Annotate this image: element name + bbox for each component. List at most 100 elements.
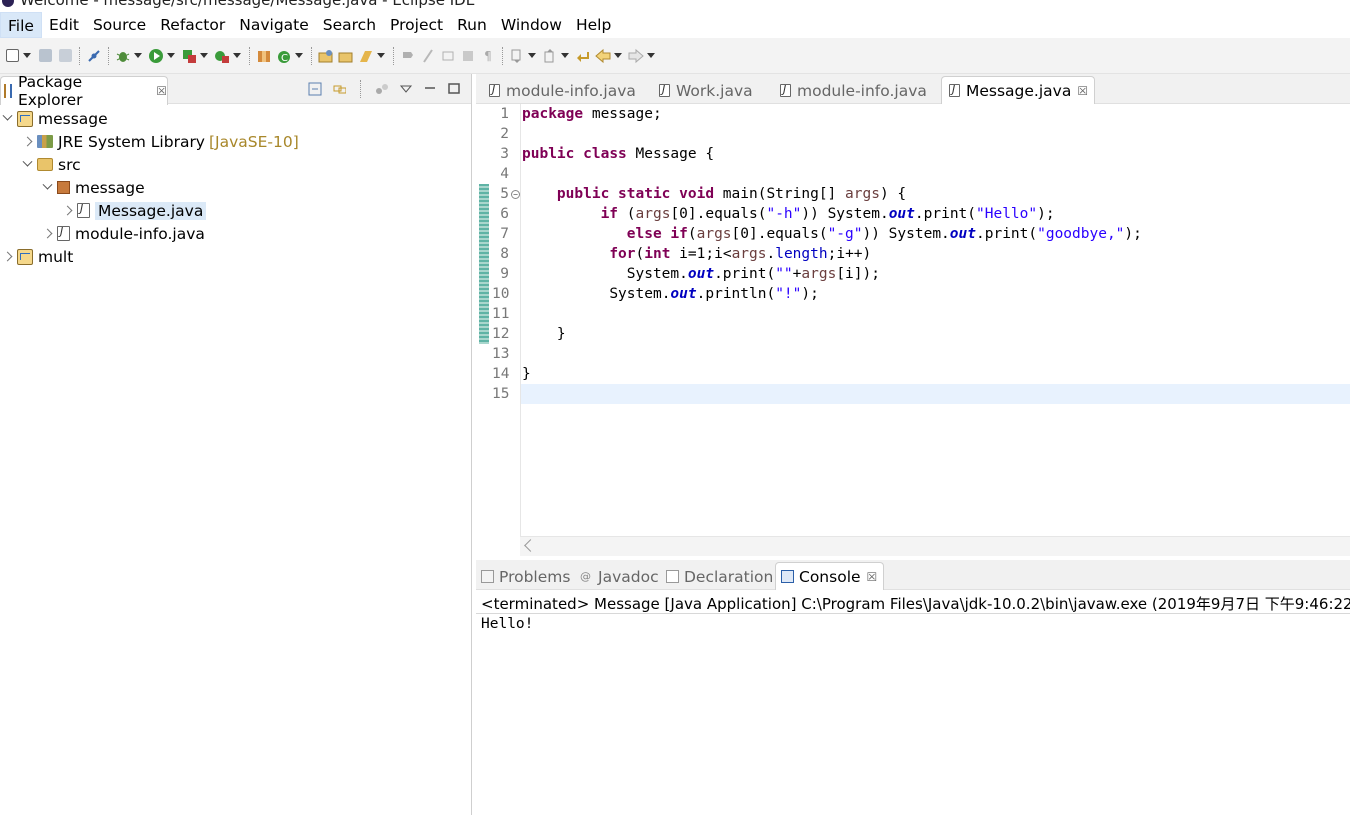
menu-refactor[interactable]: Refactor xyxy=(153,12,232,38)
menu-help[interactable]: Help xyxy=(569,12,618,38)
link-with-editor-icon[interactable] xyxy=(332,82,346,96)
menu-search[interactable]: Search xyxy=(316,12,383,38)
paragraph-icon[interactable]: ¶ xyxy=(479,47,497,65)
code-token: args xyxy=(845,186,880,202)
fold-toggle-icon[interactable]: − xyxy=(511,190,520,199)
toggle-block-selection-icon[interactable] xyxy=(439,47,457,65)
tree-item-message-package[interactable]: message xyxy=(0,176,471,199)
editor-body[interactable]: 1 2 3 4 5− 6 7 8 9 10 11 12 13 14 15 pac… xyxy=(476,104,1350,556)
toggle-mark-occurrences-icon[interactable] xyxy=(399,47,417,65)
code-token: .print( xyxy=(914,206,977,222)
toolbar-separator xyxy=(311,46,312,65)
chevron-right-icon[interactable] xyxy=(0,250,14,264)
tree-item-jre-library[interactable]: JRE System Library [JavaSE-10] xyxy=(0,130,471,153)
debug-icon[interactable] xyxy=(114,47,132,65)
menu-file[interactable]: File xyxy=(0,12,42,38)
view-menu-icon[interactable] xyxy=(399,82,413,96)
tab-work-java[interactable]: Work.java xyxy=(652,77,753,104)
tab-problems[interactable]: Problems xyxy=(481,563,570,590)
menu-edit[interactable]: Edit xyxy=(42,12,86,38)
skip-breakpoints-icon[interactable] xyxy=(85,47,103,65)
forward-icon[interactable] xyxy=(627,47,645,65)
tree-item-module-info[interactable]: module-info.java xyxy=(0,222,471,245)
menu-navigate[interactable]: Navigate xyxy=(232,12,316,38)
code-token: [0].equals( xyxy=(731,226,828,242)
toolbar-separator xyxy=(360,80,361,98)
back-dropdown[interactable] xyxy=(613,47,622,65)
external-tools-dropdown[interactable] xyxy=(232,47,241,65)
menu-run[interactable]: Run xyxy=(450,12,494,38)
tab-javadoc[interactable]: @ Javadoc xyxy=(580,563,659,590)
chevron-right-icon[interactable] xyxy=(40,227,54,241)
code-token: out xyxy=(949,226,976,242)
run-dropdown[interactable] xyxy=(166,47,175,65)
new-java-project-icon[interactable] xyxy=(255,47,273,65)
coverage-dropdown[interactable] xyxy=(199,47,208,65)
java-file-icon xyxy=(659,83,670,97)
back-icon[interactable] xyxy=(594,47,612,65)
forward-dropdown[interactable] xyxy=(646,47,655,65)
editor-tabbar: module-info.java Work.java module-info.j… xyxy=(476,74,1350,104)
tab-package-explorer[interactable]: Package Explorer ☒ xyxy=(0,73,168,109)
maximize-icon[interactable] xyxy=(447,82,461,96)
code-line-10: System.out.println("!"); xyxy=(521,284,1350,304)
tab-module-info-1[interactable]: module-info.java xyxy=(482,77,636,104)
new-class-dropdown[interactable] xyxy=(294,47,303,65)
code-token: message; xyxy=(583,106,662,122)
external-tools-icon[interactable] xyxy=(213,47,231,65)
close-icon[interactable]: ☒ xyxy=(867,570,878,584)
focus-on-active-task-icon[interactable] xyxy=(375,82,389,96)
next-annotation-icon[interactable] xyxy=(508,47,526,65)
chevron-right-icon[interactable] xyxy=(60,204,74,218)
code-text-area[interactable]: package message; public class Message { … xyxy=(520,104,1350,536)
coverage-icon[interactable] xyxy=(180,47,198,65)
code-token: out xyxy=(888,206,915,222)
last-edit-location-icon[interactable] xyxy=(574,47,592,65)
new-class-icon[interactable]: C xyxy=(275,47,293,65)
tab-declaration[interactable]: Declaration xyxy=(666,563,773,590)
horizontal-scrollbar[interactable] xyxy=(520,536,1350,556)
scroll-left-icon[interactable] xyxy=(524,539,537,552)
chevron-down-icon[interactable] xyxy=(40,181,54,195)
menu-project[interactable]: Project xyxy=(383,12,450,38)
menu-window[interactable]: Window xyxy=(494,12,569,38)
tab-console[interactable]: Console ☒ xyxy=(775,562,885,590)
show-whitespace-icon[interactable] xyxy=(459,47,477,65)
next-annotation-dropdown[interactable] xyxy=(527,47,536,65)
close-icon[interactable]: ☒ xyxy=(156,84,167,98)
package-explorer-tabbar: Package Explorer ☒ xyxy=(0,73,471,109)
annotation-ruler[interactable] xyxy=(476,104,492,536)
open-task-icon[interactable] xyxy=(357,47,375,65)
previous-annotation-icon[interactable] xyxy=(541,47,559,65)
tree-item-src[interactable]: src xyxy=(0,153,471,176)
tree-item-message-project[interactable]: message xyxy=(0,107,471,130)
new-dropdown[interactable] xyxy=(22,47,31,65)
previous-annotation-dropdown[interactable] xyxy=(560,47,569,65)
toggle-breadcrumb-icon[interactable] xyxy=(419,47,437,65)
open-type-icon[interactable] xyxy=(317,47,335,65)
chevron-down-icon[interactable] xyxy=(20,158,34,172)
quick-diff-change-bar xyxy=(479,184,489,344)
chevron-right-icon[interactable] xyxy=(20,135,34,149)
tab-label: Package Explorer xyxy=(17,73,83,109)
save-all-icon[interactable] xyxy=(56,47,74,65)
chevron-down-icon[interactable] xyxy=(0,112,14,126)
console-output[interactable]: Hello! xyxy=(481,616,533,632)
open-task-dropdown[interactable] xyxy=(376,47,385,65)
run-icon[interactable] xyxy=(147,47,165,65)
tree-item-message-java[interactable]: Message.java xyxy=(0,199,471,222)
tab-module-info-2[interactable]: module-info.java xyxy=(773,77,927,104)
menu-source[interactable]: Source xyxy=(86,12,153,38)
debug-dropdown[interactable] xyxy=(133,47,142,65)
minimize-icon[interactable] xyxy=(423,82,437,96)
save-icon[interactable] xyxy=(36,47,54,65)
tree-item-mult-project[interactable]: mult xyxy=(0,245,471,268)
close-icon[interactable]: ☒ xyxy=(1077,84,1088,98)
tab-message-java[interactable]: Message.java ☒ xyxy=(941,76,1096,104)
new-icon[interactable] xyxy=(3,47,21,65)
code-token: .println( xyxy=(696,286,776,302)
collapse-all-icon[interactable] xyxy=(308,82,322,96)
window-title: Welcome - message/src/message/Message.ja… xyxy=(20,0,476,9)
open-folder-icon[interactable] xyxy=(337,47,355,65)
